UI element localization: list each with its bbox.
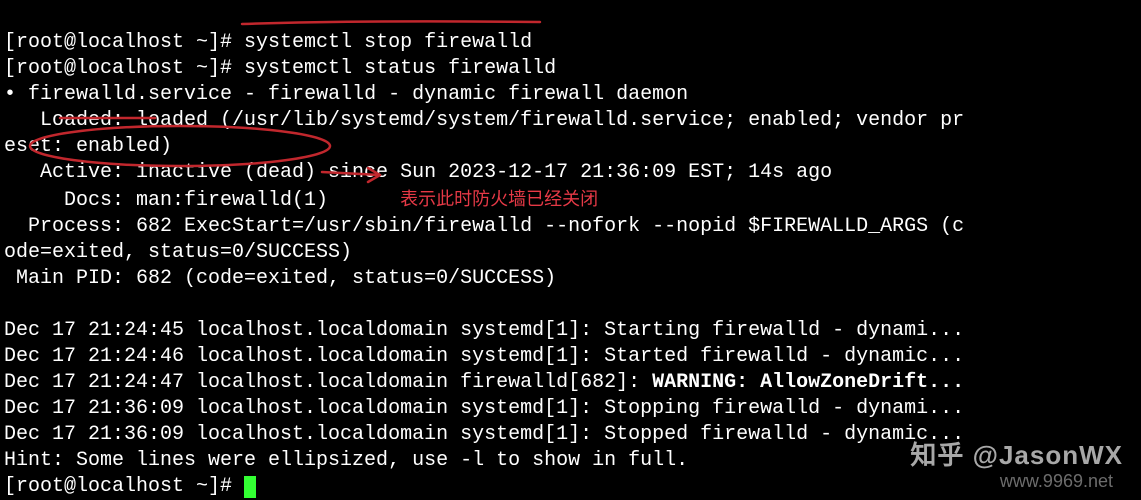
journal-line: Dec 17 21:24:47 localhost.localdomain fi… [4,371,652,394]
loaded-status: Loaded: loaded (/usr/lib/systemd/system/… [4,109,964,132]
journal-line: Dec 17 21:36:09 localhost.localdomain sy… [4,423,964,446]
url-watermark: www.9969.net [1000,468,1113,494]
process-line-cont: ode=exited, status=0/SUCCESS) [4,241,352,264]
loaded-status-cont: eset: enabled) [4,135,172,158]
terminal-output: [root@localhost ~]# systemctl stop firew… [0,0,1141,500]
active-status: Active: inactive (dead) since Sun 2023-1… [4,161,832,184]
command-text: systemctl stop firewalld [244,31,532,54]
prompt: [root@localhost ~]# [4,31,244,54]
prompt: [root@localhost ~]# [4,57,244,80]
journal-line: Dec 17 21:24:45 localhost.localdomain sy… [4,319,940,342]
status-bullet: • [4,83,16,106]
terminal-cursor[interactable] [244,476,256,498]
command-text: systemctl status firewalld [244,57,556,80]
journal-line: Dec 17 21:24:46 localhost.localdomain sy… [4,345,964,368]
journal-warning: WARNING: AllowZoneDrift... [652,371,964,394]
journal-line: Dec 17 21:36:09 localhost.localdomain sy… [4,397,964,420]
process-line: Process: 682 ExecStart=/usr/sbin/firewal… [4,215,964,238]
annotation-text: 表示此时防火墙已经关闭 [400,189,598,209]
unit-description: firewalld.service - firewalld - dynamic … [16,83,688,106]
docs-line: Docs: man:firewalld(1) [4,189,328,212]
prompt: [root@localhost ~]# [4,475,244,498]
zhihu-watermark: 知乎 @JasonWX [910,442,1123,468]
mainpid-line: Main PID: 682 (code=exited, status=0/SUC… [4,267,556,290]
hint-line: Hint: Some lines were ellipsized, use -l… [4,449,688,472]
journal-line-dots: .. [940,319,964,342]
